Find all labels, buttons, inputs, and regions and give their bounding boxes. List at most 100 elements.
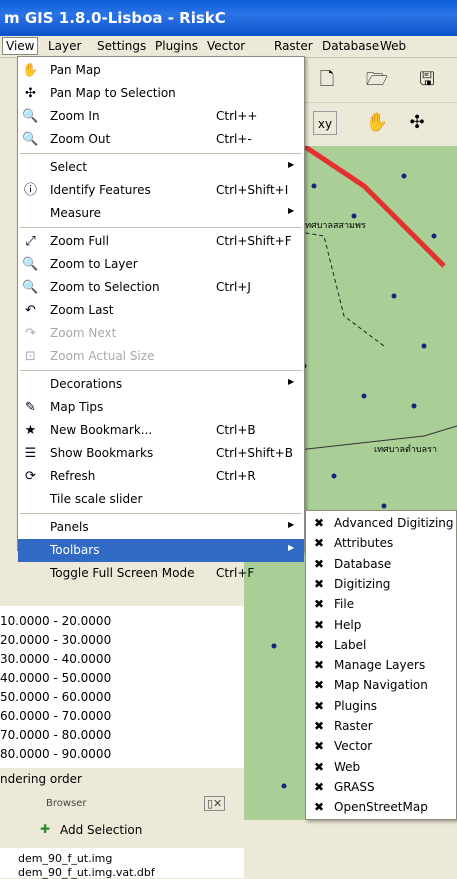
menu-label: New Bookmark... (50, 423, 153, 437)
view-menu-pan-map-to-selection[interactable]: ✣ Pan Map to Selection (18, 82, 304, 105)
add-selection-button[interactable]: ✚ Add Selection (40, 820, 210, 840)
menu-vector[interactable]: Vector (207, 39, 245, 53)
legend-row: 60.0000 - 70.0000 (0, 709, 112, 723)
toolbar-label: Map Navigation (334, 678, 428, 693)
view-menu-pan-map[interactable]: ✋ Pan Map (18, 59, 304, 82)
view-menu-identify-features[interactable]: ⓘ Identify Features Ctrl+Shift+I (18, 179, 304, 202)
file-item[interactable]: dem_90_f_ut.img.vat.dbf (18, 866, 155, 879)
toolbar-toggle[interactable]: ✖ Help (306, 615, 456, 636)
view-menu-zoom-in[interactable]: 🔍 Zoom In Ctrl++ (18, 105, 304, 128)
view-menu-select[interactable]: Select ▶ (18, 156, 304, 179)
legend-row: 10.0000 - 20.0000 (0, 614, 112, 628)
zoom-in-icon: 🔍 (22, 109, 39, 124)
toolbar-label: Vector (334, 739, 373, 754)
view-menu-map-tips[interactable]: ✎ Map Tips (18, 396, 304, 419)
view-menu-refresh[interactable]: ⟳ Refresh Ctrl+R (18, 465, 304, 488)
pan-selection-icon[interactable]: ✣ (405, 111, 429, 135)
toolbar-toggle[interactable]: ✖ File (306, 594, 456, 615)
toolbar-toggle[interactable]: ✖ Map Navigation (306, 675, 456, 696)
view-menu-tile-scale-slider[interactable]: Tile scale slider (18, 488, 304, 511)
open-project-icon[interactable]: 🗁 (365, 68, 389, 92)
submenu-arrow-icon: ▶ (288, 160, 295, 169)
menu-settings[interactable]: Settings (97, 39, 146, 53)
toolbar-toggle[interactable]: ✖ OpenStreetMap (306, 797, 456, 818)
toolbar-toggle[interactable]: ✖ Label (306, 635, 456, 656)
zoom-last-icon: ↶ (25, 303, 36, 318)
toolbar-toggle[interactable]: ✖ Manage Layers (306, 655, 456, 676)
view-menu-zoom-out[interactable]: 🔍 Zoom Out Ctrl+- (18, 128, 304, 151)
shortcut: Ctrl+- (216, 132, 252, 146)
toolbar-toggle[interactable]: ✖ GRASS (306, 777, 456, 798)
xy-icon[interactable]: xy (313, 111, 337, 135)
map-point (401, 173, 407, 179)
zoom-selection-icon: 🔍 (22, 280, 39, 295)
pan-selection-icon: ✣ (25, 86, 36, 101)
toolbar-label: Advanced Digitizing (334, 516, 454, 530)
checked-icon: ✖ (314, 658, 325, 673)
menu-layer[interactable]: Layer (48, 39, 81, 53)
checked-icon: ✖ (314, 617, 325, 632)
zoom-actual-icon: ⊡ (25, 349, 36, 364)
view-menu-zoom-to-selection[interactable]: 🔍 Zoom to Selection Ctrl+J (18, 276, 304, 299)
menu-bar: View Layer Settings Plugins Vector Raster Data… (0, 36, 457, 58)
checked-icon: ✖ (314, 719, 325, 733)
window-title: m GIS 1.8.0-Lisboa - RiskC (4, 9, 226, 27)
submenu-arrow-icon: ▶ (288, 377, 295, 386)
menu-label: Zoom Out (50, 132, 111, 146)
shortcut: Ctrl++ (216, 109, 258, 123)
toolbar-toggle[interactable]: ✖ Attributes (306, 533, 456, 554)
shortcut: Ctrl+J (216, 280, 251, 294)
toolbar-toggle[interactable]: ✖ Raster (306, 716, 456, 737)
view-menu-zoom-next[interactable]: ↷ Zoom Next (18, 322, 304, 345)
menu-label: Measure (50, 206, 101, 220)
map-point (281, 783, 287, 789)
view-menu-toolbars[interactable]: Toolbars ▶ (18, 539, 304, 562)
menu-plugins[interactable]: Plugins (155, 39, 198, 53)
file-item[interactable]: dem_90_f_ut.img (18, 852, 112, 865)
shortcut: Ctrl+B (216, 423, 256, 437)
toolbar-toggle[interactable]: ✖ Advanced Digitizing (306, 513, 456, 534)
menu-label: Zoom Full (50, 234, 109, 248)
identify-icon: ⓘ (23, 183, 37, 198)
view-menu-zoom-to-layer[interactable]: 🔍 Zoom to Layer (18, 253, 304, 276)
float-icon[interactable]: ▯✕ (204, 796, 226, 811)
menu-web[interactable]: Web (380, 39, 406, 53)
toolbar-toggle[interactable]: ✖ Digitizing (306, 574, 456, 595)
zoom-next-icon: ↷ (25, 326, 36, 341)
view-menu-zoom-full[interactable]: ⤢ Zoom Full Ctrl+Shift+F (18, 230, 304, 253)
refresh-icon: ⟳ (25, 469, 36, 484)
zoom-full-icon: ⤢ (25, 234, 36, 249)
checked-icon: ✖ (314, 597, 325, 612)
new-project-icon[interactable]: 🗋 (315, 68, 339, 92)
save-project-icon[interactable]: 🖫 (415, 68, 439, 92)
pan-icon[interactable]: ✋ (365, 111, 389, 135)
view-menu-show-bookmarks[interactable]: ☰ Show Bookmarks Ctrl+Shift+B (18, 442, 304, 465)
toolbar-label: GRASS (334, 779, 375, 794)
navigation-toolbar: xy ✋ ✣ (305, 102, 457, 146)
menu-database[interactable]: Database (322, 39, 379, 53)
browser-title: Browser (46, 798, 87, 809)
map-point (361, 393, 367, 399)
menu-label: Decorations (50, 377, 123, 391)
view-menu-zoom-last[interactable]: ↶ Zoom Last (18, 299, 304, 322)
toolbar-toggle[interactable]: ✖ Web (306, 757, 456, 778)
menu-label: Zoom Actual Size (50, 349, 155, 363)
menu-label: Show Bookmarks (50, 446, 154, 460)
legend-row: 40.0000 - 50.0000 (0, 671, 112, 685)
submenu-arrow-icon: ▶ (288, 543, 295, 552)
view-menu-toggle-full-screen-mode[interactable]: Toggle Full Screen Mode Ctrl+F (18, 562, 304, 585)
toolbar-toggle[interactable]: ✖ Vector (306, 736, 456, 757)
menu-raster[interactable]: Raster (274, 39, 313, 53)
bookmarks-icon: ☰ (24, 446, 37, 461)
view-menu-measure[interactable]: Measure ▶ (18, 202, 304, 225)
view-menu-panels[interactable]: Panels ▶ (18, 516, 304, 539)
view-menu-new-bookmark[interactable]: ★ New Bookmark... Ctrl+B (18, 419, 304, 442)
view-menu-decorations[interactable]: Decorations ▶ (18, 373, 304, 396)
menu-label: Pan Map to Selection (50, 86, 176, 100)
toolbar-toggle[interactable]: ✖ Plugins (306, 696, 456, 717)
toolbar-toggle[interactable]: ✖ Database (306, 554, 456, 575)
view-menu-zoom-actual-size[interactable]: ⊡ Zoom Actual Size (18, 345, 304, 368)
menu-view[interactable]: View (2, 37, 39, 55)
menu-label: Zoom Next (50, 326, 117, 340)
toolbar-label: OpenStreetMap (334, 800, 428, 815)
